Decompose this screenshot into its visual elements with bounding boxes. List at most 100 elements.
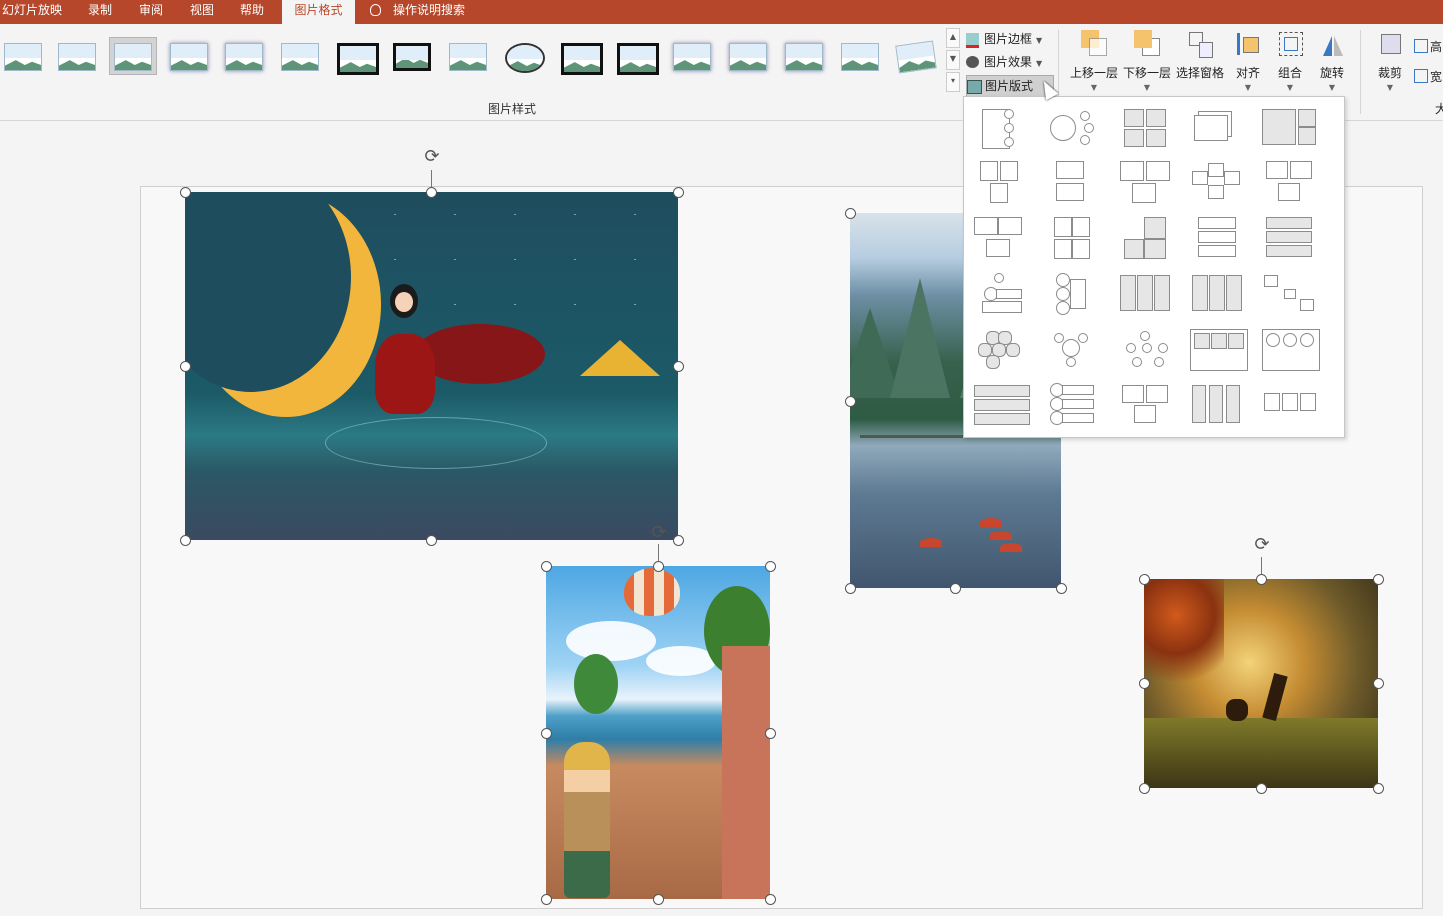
layout-option[interactable] <box>974 327 1028 375</box>
picture-style-thumbnail[interactable] <box>837 38 883 74</box>
tab-record[interactable]: 录制 <box>88 0 112 24</box>
rotate-button[interactable]: 旋转 ▼ <box>1306 30 1358 92</box>
tab-help[interactable]: 帮助 <box>240 0 264 24</box>
layout-option[interactable] <box>974 381 1030 429</box>
layout-option[interactable] <box>1262 215 1316 263</box>
send-backward-button[interactable]: 下移一层 ▼ <box>1121 30 1173 92</box>
resize-handle[interactable] <box>653 561 664 572</box>
picture-style-thumbnail[interactable] <box>221 38 267 74</box>
tell-me-search[interactable]: 操作说明搜索 <box>370 0 465 24</box>
resize-handle[interactable] <box>1139 783 1150 794</box>
resize-handle[interactable] <box>1373 678 1384 689</box>
layout-option[interactable] <box>1118 105 1172 153</box>
layout-option[interactable] <box>1190 105 1244 153</box>
layout-option[interactable] <box>1046 215 1100 263</box>
resize-handle[interactable] <box>1373 783 1384 794</box>
picture-style-thumbnail[interactable] <box>613 38 659 75</box>
picture-style-thumbnail[interactable] <box>781 38 827 74</box>
picture-night-sea[interactable] <box>185 192 678 540</box>
layout-option[interactable] <box>974 215 1028 263</box>
layout-option[interactable] <box>1118 381 1172 429</box>
resize-handle[interactable] <box>673 361 684 372</box>
resize-handle[interactable] <box>845 583 856 594</box>
resize-handle[interactable] <box>673 535 684 546</box>
resize-handle[interactable] <box>426 535 437 546</box>
resize-handle[interactable] <box>765 561 776 572</box>
layout-option[interactable] <box>974 159 1028 207</box>
resize-handle[interactable] <box>1256 574 1267 585</box>
picture-style-thumbnail[interactable] <box>501 38 547 74</box>
layout-option[interactable] <box>1118 215 1172 263</box>
gallery-more[interactable]: ▾ <box>946 72 960 92</box>
rotate-handle-icon[interactable]: ⟳ <box>649 523 669 543</box>
layout-option[interactable] <box>1046 327 1100 375</box>
resize-handle[interactable] <box>1373 574 1384 585</box>
layout-option[interactable] <box>1118 327 1172 375</box>
picture-style-thumbnail[interactable] <box>0 38 46 74</box>
picture-style-thumbnail[interactable] <box>893 38 939 74</box>
layout-option[interactable] <box>1190 215 1244 263</box>
picture-style-thumbnail[interactable] <box>166 38 212 74</box>
layout-option[interactable] <box>1262 381 1316 429</box>
layout-option[interactable] <box>1262 327 1320 375</box>
picture-style-thumbnail[interactable] <box>54 38 100 74</box>
layout-option[interactable] <box>1046 105 1100 153</box>
gallery-scroll-down[interactable]: ▼ <box>946 50 960 70</box>
layout-option[interactable] <box>1118 159 1172 207</box>
picture-style-thumbnail[interactable] <box>669 38 715 74</box>
resize-handle[interactable] <box>845 208 856 219</box>
layout-option[interactable] <box>974 105 1028 153</box>
layout-option[interactable] <box>1190 159 1244 207</box>
layout-option[interactable] <box>1190 327 1248 375</box>
resize-handle[interactable] <box>180 535 191 546</box>
picture-style-thumbnail[interactable] <box>389 38 435 74</box>
layout-option[interactable] <box>1190 271 1244 319</box>
picture-style-thumbnail[interactable] <box>277 38 323 74</box>
resize-handle[interactable] <box>180 187 191 198</box>
resize-handle[interactable] <box>541 561 552 572</box>
layout-option[interactable] <box>1262 105 1316 153</box>
tab-review[interactable]: 审阅 <box>139 0 163 24</box>
picture-effects-button[interactable]: 图片效果 ▼ <box>966 52 1042 72</box>
resize-handle[interactable] <box>950 583 961 594</box>
bring-forward-button[interactable]: 上移一层 ▼ <box>1068 30 1120 92</box>
picture-style-thumbnail-selected[interactable] <box>109 37 157 75</box>
resize-handle[interactable] <box>426 187 437 198</box>
layout-option[interactable] <box>1046 381 1100 429</box>
resize-handle[interactable] <box>1139 574 1150 585</box>
layout-option[interactable] <box>1118 271 1172 319</box>
resize-handle[interactable] <box>180 361 191 372</box>
resize-handle[interactable] <box>1256 783 1267 794</box>
picture-border-button[interactable]: 图片边框 ▼ <box>966 29 1042 49</box>
picture-style-thumbnail[interactable] <box>333 38 379 75</box>
picture-balloon-town[interactable] <box>546 566 770 899</box>
resize-handle[interactable] <box>673 187 684 198</box>
picture-deer-sunset[interactable] <box>1144 579 1378 788</box>
resize-handle[interactable] <box>541 894 552 905</box>
picture-style-thumbnail[interactable] <box>725 38 771 74</box>
rotate-handle-icon[interactable]: ⟳ <box>422 147 442 167</box>
layout-option[interactable] <box>1190 381 1244 429</box>
tab-slideshow[interactable]: 幻灯片放映 <box>2 0 62 24</box>
layout-option[interactable] <box>1046 271 1100 319</box>
resize-handle[interactable] <box>1139 678 1150 689</box>
gallery-scroll-up[interactable]: ▲ <box>946 28 960 48</box>
layout-option[interactable] <box>1262 159 1316 207</box>
layout-option[interactable] <box>974 271 1028 319</box>
resize-handle[interactable] <box>845 396 856 407</box>
height-field[interactable]: 高 <box>1414 38 1442 55</box>
rotate-handle-icon[interactable]: ⟳ <box>1252 535 1272 555</box>
layout-option[interactable] <box>1262 271 1316 319</box>
picture-style-thumbnail[interactable] <box>445 38 491 74</box>
resize-handle[interactable] <box>653 894 664 905</box>
resize-handle[interactable] <box>765 728 776 739</box>
layout-option[interactable] <box>1046 159 1100 207</box>
tab-view[interactable]: 视图 <box>190 0 214 24</box>
tab-picture-format[interactable]: 图片格式 <box>282 0 355 26</box>
crop-button[interactable]: 裁剪 ▼ <box>1364 30 1416 92</box>
resize-handle[interactable] <box>765 894 776 905</box>
resize-handle[interactable] <box>1056 583 1067 594</box>
resize-handle[interactable] <box>541 728 552 739</box>
selection-pane-button[interactable]: 选择窗格 <box>1174 30 1226 81</box>
width-field[interactable]: 宽 <box>1414 68 1442 85</box>
